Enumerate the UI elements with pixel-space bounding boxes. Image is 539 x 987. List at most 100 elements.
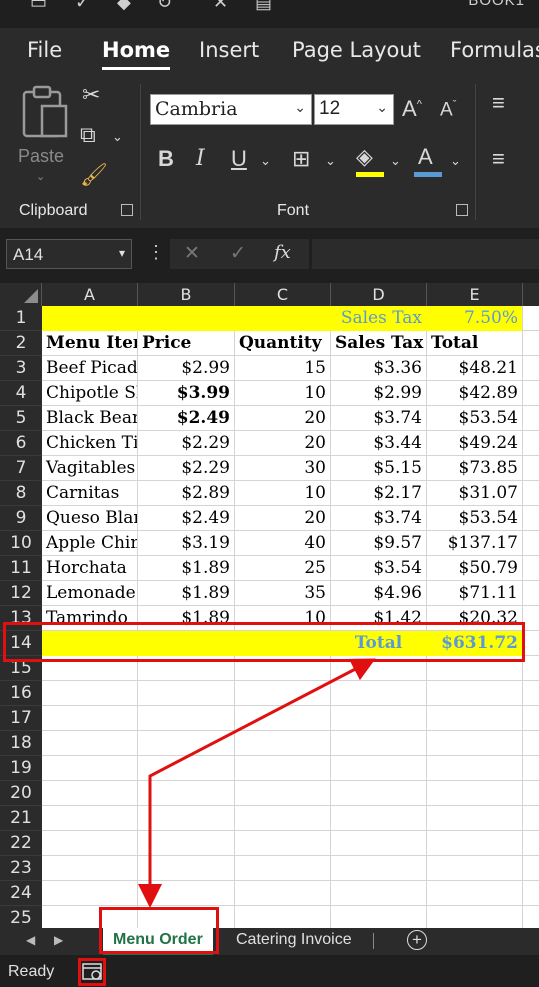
cell-d17[interactable] [331, 706, 427, 731]
cell-d12[interactable]: $4.96 [331, 581, 427, 606]
cell-d23[interactable] [331, 856, 427, 881]
tab-home[interactable]: Home [102, 38, 171, 70]
formula-input[interactable] [312, 239, 539, 269]
cell-e11[interactable]: $50.79 [427, 556, 523, 581]
cell-b25[interactable] [138, 906, 235, 928]
row-header[interactable]: 11 [0, 556, 42, 581]
cell-b4[interactable]: $3.99 [138, 381, 235, 406]
cell-a2[interactable]: Menu Item [42, 331, 138, 356]
cell-b10[interactable]: $3.19 [138, 531, 235, 556]
row-header[interactable]: 2 [0, 331, 42, 356]
cell-e25[interactable] [427, 906, 523, 928]
cell-b24[interactable] [138, 881, 235, 906]
cell-d19[interactable] [331, 756, 427, 781]
cell-b8[interactable]: $2.89 [138, 481, 235, 506]
cell-e4[interactable]: $42.89 [427, 381, 523, 406]
cell-c19[interactable] [235, 756, 331, 781]
row-header[interactable]: 19 [0, 756, 42, 781]
row-header[interactable]: 14 [0, 631, 42, 656]
cell-e1[interactable]: 7.50% [427, 306, 523, 331]
row-header[interactable]: 23 [0, 856, 42, 881]
save-icon[interactable]: ▭ [30, 0, 47, 13]
cell-a18[interactable] [42, 731, 138, 756]
sheet-tab-catering-invoice[interactable]: Catering Invoice [236, 928, 352, 955]
select-all-button[interactable] [0, 283, 42, 306]
cell-a11[interactable]: Horchata [42, 556, 138, 581]
row-header[interactable]: 10 [0, 531, 42, 556]
cell-b15[interactable] [138, 656, 235, 681]
cell-a4[interactable]: Chipotle Shrimp [42, 381, 138, 406]
cell-b20[interactable] [138, 781, 235, 806]
cell-d2[interactable]: Sales Tax [331, 331, 427, 356]
tag-icon[interactable]: ◆ [117, 0, 131, 13]
tab-page-layout[interactable]: Page Layout [292, 38, 421, 62]
cell-d24[interactable] [331, 881, 427, 906]
underline-icon[interactable]: U [231, 148, 247, 170]
cell-d7[interactable]: $5.15 [331, 456, 427, 481]
name-box[interactable]: A14 ▾ [6, 239, 132, 269]
row-header[interactable]: 3 [0, 356, 42, 381]
cell-b23[interactable] [138, 856, 235, 881]
row-header[interactable]: 5 [0, 406, 42, 431]
cell-a6[interactable]: Chicken Tinga [42, 431, 138, 456]
cell-c3[interactable]: 15 [235, 356, 331, 381]
cell-b18[interactable] [138, 731, 235, 756]
cell-c9[interactable]: 20 [235, 506, 331, 531]
cell-e5[interactable]: $53.54 [427, 406, 523, 431]
cell-d10[interactable]: $9.57 [331, 531, 427, 556]
italic-icon[interactable]: I [196, 148, 205, 170]
cell-a10[interactable]: Apple Chimichanga [42, 531, 138, 556]
cell-b11[interactable]: $1.89 [138, 556, 235, 581]
cell-b16[interactable] [138, 681, 235, 706]
cell-c18[interactable] [235, 731, 331, 756]
row-header[interactable]: 4 [0, 381, 42, 406]
column-header-a[interactable]: A [42, 283, 138, 306]
cell-a25[interactable] [42, 906, 138, 928]
cell-e7[interactable]: $73.85 [427, 456, 523, 481]
increase-font-size-icon[interactable]: A^ [402, 98, 422, 120]
cell-a20[interactable] [42, 781, 138, 806]
cell-e13[interactable]: $20.32 [427, 606, 523, 631]
row-header[interactable]: 20 [0, 781, 42, 806]
cell-d16[interactable] [331, 681, 427, 706]
cell-b5[interactable]: $2.49 [138, 406, 235, 431]
row-header[interactable]: 22 [0, 831, 42, 856]
cell-b9[interactable]: $2.49 [138, 506, 235, 531]
cell-b7[interactable]: $2.29 [138, 456, 235, 481]
paste-button[interactable]: Paste ⌄ [14, 82, 70, 183]
column-header-d[interactable]: D [331, 283, 427, 306]
cell-d4[interactable]: $2.99 [331, 381, 427, 406]
cell-a9[interactable]: Queso Blanco [42, 506, 138, 531]
cell-e24[interactable] [427, 881, 523, 906]
row-header[interactable]: 12 [0, 581, 42, 606]
column-header-e[interactable]: E [427, 283, 523, 306]
font-color-icon[interactable]: A [418, 146, 433, 168]
row-header[interactable]: 18 [0, 731, 42, 756]
cell-e22[interactable] [427, 831, 523, 856]
cell-b1[interactable] [138, 306, 235, 331]
tab-insert[interactable]: Insert [199, 38, 259, 62]
cell-c24[interactable] [235, 881, 331, 906]
font-launcher-icon[interactable] [456, 204, 468, 216]
add-sheet-icon[interactable]: + [407, 930, 427, 950]
cell-d5[interactable]: $3.74 [331, 406, 427, 431]
cell-a23[interactable] [42, 856, 138, 881]
checkmark-icon[interactable]: ✓ [75, 0, 90, 13]
cell-c22[interactable] [235, 831, 331, 856]
cell-a13[interactable]: Tamrindo [42, 606, 138, 631]
cell-b14[interactable] [138, 631, 235, 656]
cell-d18[interactable] [331, 731, 427, 756]
fill-color-icon[interactable]: ◈ [356, 146, 373, 168]
cell-e19[interactable] [427, 756, 523, 781]
cell-c14[interactable] [235, 631, 331, 656]
row-header[interactable]: 16 [0, 681, 42, 706]
more-icon[interactable]: ⋮ [147, 242, 165, 263]
clipboard-launcher-icon[interactable] [121, 204, 133, 216]
cell-e8[interactable]: $31.07 [427, 481, 523, 506]
cell-d21[interactable] [331, 806, 427, 831]
cell-d11[interactable]: $3.54 [331, 556, 427, 581]
cell-c7[interactable]: 30 [235, 456, 331, 481]
cell-d22[interactable] [331, 831, 427, 856]
cell-c10[interactable]: 40 [235, 531, 331, 556]
cell-a21[interactable] [42, 806, 138, 831]
